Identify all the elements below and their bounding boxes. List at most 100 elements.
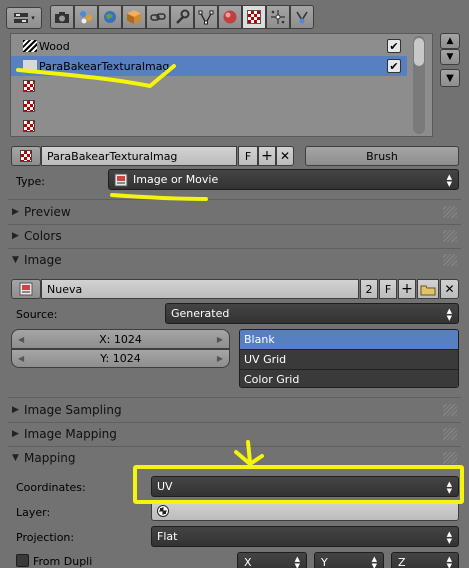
uv-layer-field[interactable]	[151, 501, 459, 521]
type-label: Type:	[16, 175, 45, 188]
texture-slot-scrollbar[interactable]	[413, 36, 425, 134]
new-image-button[interactable]: +	[398, 279, 416, 299]
image-icon	[19, 282, 33, 296]
generated-height-field[interactable]: ◀ Y: 1024 ▶	[11, 349, 230, 368]
plus-icon: +	[401, 281, 413, 297]
texture-type-dropdown[interactable]: Image or Movie ▲ ▼	[108, 169, 459, 190]
texture-browse-button[interactable]	[11, 146, 41, 166]
colors-panel-header[interactable]: ▶ Colors	[8, 225, 461, 247]
object-tab[interactable]	[122, 5, 146, 29]
cube-icon	[127, 10, 141, 24]
drag-handle-icon[interactable]	[443, 230, 457, 242]
texture-slot-label: Wood	[39, 40, 70, 53]
texture-slot-parabakear[interactable]: ParaBakearTexturalmag ✔	[11, 56, 407, 76]
editor-type-button[interactable]: ▾	[6, 7, 42, 29]
texture-slot-enable-checkbox[interactable]: ✔	[387, 59, 401, 73]
increment-arrow-icon[interactable]: ▶	[217, 354, 223, 363]
mapping-y-dropdown[interactable]: Y ▲ ▼	[314, 552, 384, 568]
checker-texture-icon	[20, 150, 32, 162]
updown-arrows-icon: ▲ ▼	[446, 173, 452, 188]
wood-texture-icon	[23, 40, 37, 52]
panel-divider	[8, 199, 461, 200]
scene-tab[interactable]	[74, 5, 98, 29]
generated-type-uv-grid[interactable]: UV Grid	[240, 349, 458, 369]
texture-tab[interactable]	[242, 5, 266, 29]
image-mapping-panel-title: Image Mapping	[24, 427, 117, 441]
open-image-button[interactable]	[417, 279, 439, 299]
drag-handle-icon[interactable]	[443, 404, 457, 416]
mapping-x-dropdown[interactable]: X ▲ ▼	[237, 552, 307, 568]
image-fake-user-button[interactable]: F	[379, 279, 397, 299]
texture-slot-wood[interactable]: Wood ✔	[11, 36, 432, 56]
image-source-dropdown[interactable]: Generated ▲ ▼	[165, 303, 459, 324]
folder-icon	[420, 285, 436, 295]
wrench-icon	[176, 9, 190, 24]
image-name-field[interactable]: Nueva	[41, 279, 359, 299]
constraints-tab[interactable]	[146, 5, 170, 29]
texture-name-text: ParaBakearTexturalmag	[47, 149, 178, 163]
annotation-box-coordinates	[133, 465, 464, 504]
unlink-texture-button[interactable]: ✕	[276, 146, 294, 166]
projection-value: Flat	[157, 530, 178, 543]
image-mapping-panel-header[interactable]: ▶ Image Mapping	[8, 423, 461, 445]
particles-tab[interactable]	[266, 5, 290, 29]
empty-slot-icon	[23, 80, 35, 92]
fake-user-label: F	[384, 282, 392, 296]
generated-type-label: UV Grid	[244, 353, 287, 366]
drag-handle-icon[interactable]	[443, 452, 457, 464]
decrement-arrow-icon[interactable]: ◀	[18, 354, 24, 363]
preview-panel-header[interactable]: ▶ Preview	[8, 201, 461, 223]
texture-slot-label: ParaBakearTexturalmag	[39, 60, 170, 73]
texture-name-field[interactable]: ParaBakearTexturalmag	[41, 146, 237, 166]
image-sampling-panel-header[interactable]: ▶ Image Sampling	[8, 399, 461, 421]
texture-slot-empty[interactable]	[11, 116, 407, 136]
projection-dropdown[interactable]: Flat ▲ ▼	[151, 526, 459, 547]
image-panel-header[interactable]: ▼ Image	[8, 249, 461, 271]
mapping-x-value: X	[244, 555, 252, 568]
slot-specials-button[interactable]: ▼	[440, 69, 460, 87]
texture-slot-enable-checkbox[interactable]: ✔	[387, 39, 401, 53]
physics-tab[interactable]	[290, 5, 314, 29]
increment-arrow-icon[interactable]: ▶	[217, 335, 223, 344]
texture-slot-empty[interactable]	[11, 96, 407, 116]
panel-divider	[8, 397, 461, 398]
world-tab[interactable]	[98, 5, 122, 29]
generated-height-text: Y: 1024	[100, 352, 141, 365]
plus-icon: +	[261, 148, 273, 164]
scrollbar-thumb[interactable]	[414, 38, 424, 66]
move-slot-up-button[interactable]: ▲	[440, 33, 460, 49]
from-dupli-checkbox[interactable]	[16, 554, 29, 567]
properties-tabs	[50, 5, 314, 31]
material-tab[interactable]	[218, 5, 242, 29]
image-users-count[interactable]: 2	[360, 279, 378, 299]
image-browse-button[interactable]	[11, 279, 41, 299]
data-tab[interactable]	[194, 5, 218, 29]
updown-arrows-icon: ▲ ▼	[446, 307, 452, 322]
mapping-z-dropdown[interactable]: Z ▲ ▼	[391, 552, 459, 568]
material-sphere-icon	[223, 10, 237, 24]
fake-user-button[interactable]: F	[238, 146, 258, 166]
brush-button[interactable]: Brush	[305, 146, 459, 166]
drag-handle-icon[interactable]	[443, 254, 457, 266]
dropdown-icon: ▼	[446, 72, 454, 84]
generated-type-color-grid[interactable]: Color Grid	[240, 369, 458, 387]
updown-arrows-icon: ▲ ▼	[371, 555, 377, 568]
texture-type-value: Image or Movie	[133, 173, 219, 186]
properties-editor-icon	[14, 13, 29, 23]
generated-type-blank[interactable]: Blank	[240, 330, 458, 349]
generated-width-field[interactable]: ◀ X: 1024 ▶	[11, 329, 230, 349]
texture-slot-empty[interactable]	[11, 76, 407, 96]
empty-slot-icon	[23, 120, 35, 132]
image-users-label: 2	[365, 282, 373, 296]
move-slot-down-button[interactable]: ▼	[440, 49, 460, 65]
updown-arrows-icon: ▲ ▼	[446, 555, 452, 568]
drag-handle-icon[interactable]	[443, 206, 457, 218]
render-tab[interactable]	[50, 5, 74, 29]
drag-handle-icon[interactable]	[443, 428, 457, 440]
unlink-image-button[interactable]: ✕	[440, 279, 459, 299]
generated-type-selector: Blank UV Grid Color Grid	[239, 329, 459, 388]
new-texture-button[interactable]: +	[258, 146, 276, 166]
camera-icon	[55, 12, 69, 23]
modifiers-tab[interactable]	[170, 5, 194, 29]
decrement-arrow-icon[interactable]: ◀	[18, 335, 24, 344]
